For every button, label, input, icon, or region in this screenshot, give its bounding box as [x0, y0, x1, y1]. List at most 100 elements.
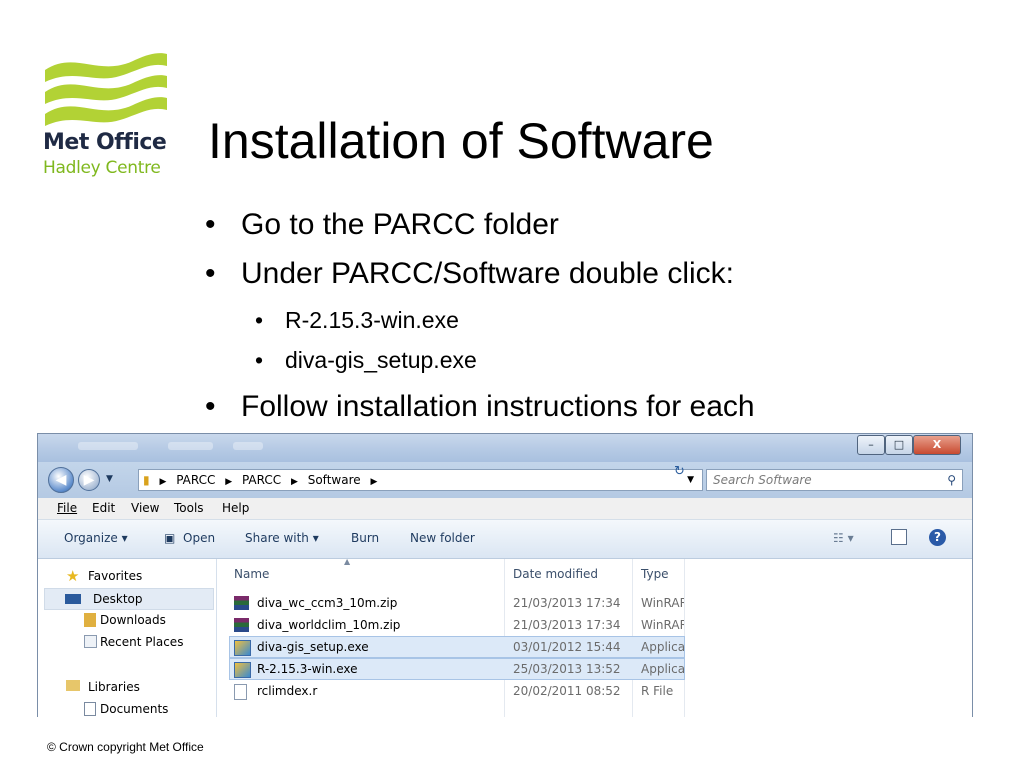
address-row: ◀ ▶ ▼ ▮ ▶ PARCC ▶ PARCC ▶ Software ▶ ▼ ↻…: [38, 462, 972, 498]
new-folder-button[interactable]: New folder: [410, 531, 475, 545]
file-date: 21/03/2013 17:34: [513, 618, 621, 632]
column-header-type[interactable]: Type: [641, 567, 669, 581]
nav-label: Documents: [100, 702, 169, 716]
bullet-dot: •: [255, 307, 264, 333]
copyright-footer: © Crown copyright Met Office: [47, 740, 204, 754]
navigation-pane: ★ Favorites Desktop Downloads Recent Pla…: [38, 559, 217, 717]
titlebar-glare: [168, 442, 213, 450]
nav-label: Desktop: [93, 592, 143, 606]
breadcrumb-item[interactable]: PARCC: [242, 470, 281, 490]
installer-icon: [234, 662, 251, 678]
nav-desktop[interactable]: Desktop: [44, 588, 214, 610]
file-row-selected[interactable]: R-2.15.3-win.exe 25/03/2013 13:52 Applic…: [229, 658, 685, 680]
breadcrumb-arrow-icon: ▶: [225, 477, 233, 487]
search-input[interactable]: Search Software ⚲: [706, 469, 963, 491]
recent-pages-chevron-icon[interactable]: ▼: [106, 474, 113, 484]
search-icon[interactable]: ⚲: [947, 470, 956, 490]
file-type: R File: [641, 684, 674, 698]
nav-libraries[interactable]: Libraries: [62, 677, 212, 697]
logo-text-hadley-centre: Hadley Centre: [43, 158, 161, 178]
nav-label: Libraries: [88, 680, 140, 694]
file-row[interactable]: diva_worldclim_10m.zip 21/03/2013 17:34 …: [230, 615, 684, 635]
breadcrumb-arrow-icon: ▶: [290, 477, 298, 487]
menu-edit[interactable]: Edit: [92, 498, 115, 519]
downloads-folder-icon: [84, 613, 96, 627]
menu-help[interactable]: Help: [222, 498, 249, 519]
search-placeholder: Search Software: [713, 473, 812, 487]
bullet-dot: •: [205, 208, 216, 241]
menu-bar: File Edit View Tools Help: [38, 498, 972, 520]
minimize-button[interactable]: –: [857, 435, 885, 455]
file-list: ▲ Name Date modified Type diva_wc_ccm3_1…: [217, 557, 972, 717]
titlebar-glare: [233, 442, 263, 450]
column-header-date[interactable]: Date modified: [513, 567, 598, 581]
bullet-text: Follow installation instructions for eac…: [241, 390, 755, 423]
file-type: Application: [641, 640, 684, 654]
help-icon[interactable]: ?: [929, 529, 946, 546]
sub-bullet-text: R-2.15.3-win.exe: [285, 307, 459, 333]
address-dropdown-icon[interactable]: ▼: [687, 470, 694, 490]
breadcrumb-arrow-icon[interactable]: ▶: [370, 472, 377, 492]
share-with-button[interactable]: Share with ▾: [245, 531, 319, 545]
preview-pane-icon[interactable]: [891, 529, 907, 545]
refresh-icon[interactable]: ↻: [674, 464, 685, 479]
breadcrumb-item[interactable]: PARCC: [176, 470, 215, 490]
file-date: 21/03/2013 17:34: [513, 596, 621, 610]
nav-label: Recent Places: [100, 635, 184, 649]
titlebar-glare: [78, 442, 138, 450]
open-icon[interactable]: ▣: [164, 531, 175, 545]
file-name: R-2.15.3-win.exe: [257, 662, 358, 676]
star-icon: ★: [66, 567, 80, 585]
command-bar: Organize ▾ ▣ Open Share with ▾ Burn New …: [38, 520, 972, 559]
nav-label: Downloads: [100, 613, 166, 627]
text-file-icon: [234, 684, 247, 700]
menu-tools[interactable]: Tools: [174, 498, 204, 519]
file-type: WinRAR: [641, 618, 684, 632]
view-options-icon[interactable]: ☷ ▾: [833, 531, 854, 545]
bullet-item: • Follow installation instructions for e…: [205, 390, 755, 424]
file-name: diva-gis_setup.exe: [257, 640, 369, 654]
sub-bullet-item: • R-2.15.3-win.exe: [255, 307, 459, 334]
sort-arrow-icon: ▲: [344, 557, 351, 566]
breadcrumb-item[interactable]: Software: [308, 470, 361, 490]
organize-button[interactable]: Organize ▾: [64, 531, 128, 545]
slide-title: Installation of Software: [208, 113, 714, 169]
bullet-dot: •: [255, 347, 264, 373]
address-bar[interactable]: ▮ ▶ PARCC ▶ PARCC ▶ Software ▶ ▼: [138, 469, 703, 491]
nav-recent-places[interactable]: Recent Places: [80, 632, 230, 652]
file-type: Application: [641, 662, 684, 676]
bullet-item: • Go to the PARCC folder: [205, 208, 559, 242]
file-name: diva_worldclim_10m.zip: [257, 618, 401, 632]
close-button[interactable]: X: [913, 435, 961, 455]
libraries-icon: [66, 680, 80, 691]
back-arrow-icon[interactable]: ◀: [48, 467, 74, 493]
forward-arrow-icon[interactable]: ▶: [78, 469, 100, 491]
bullet-item: • Under PARCC/Software double click:: [205, 257, 734, 291]
file-date: 20/02/2011 08:52: [513, 684, 621, 698]
column-header-name[interactable]: Name: [234, 567, 269, 581]
documents-icon: [84, 702, 96, 716]
bullet-text: Go to the PARCC folder: [241, 208, 559, 241]
bullet-dot: •: [205, 257, 216, 290]
file-name: rclimdex.r: [257, 684, 318, 698]
menu-view[interactable]: View: [131, 498, 159, 519]
folder-icon: ▮: [143, 473, 150, 487]
maximize-button[interactable]: □: [885, 435, 913, 455]
file-row[interactable]: diva_wc_ccm3_10m.zip 21/03/2013 17:34 Wi…: [230, 593, 684, 613]
nav-documents[interactable]: Documents: [80, 699, 230, 717]
menu-file[interactable]: File: [57, 498, 77, 519]
installer-icon: [234, 640, 251, 656]
window-titlebar[interactable]: – □ X: [38, 434, 972, 462]
nav-downloads[interactable]: Downloads: [80, 610, 230, 630]
file-row-selected[interactable]: diva-gis_setup.exe 03/01/2012 15:44 Appl…: [229, 636, 685, 658]
logo-text-met-office: Met Office: [43, 130, 167, 155]
file-name: diva_wc_ccm3_10m.zip: [257, 596, 398, 610]
burn-button[interactable]: Burn: [351, 531, 379, 545]
winrar-archive-icon: [234, 596, 249, 610]
explorer-window: – □ X ◀ ▶ ▼ ▮ ▶ PARCC ▶ PARCC ▶ Software…: [37, 433, 973, 717]
nav-label: Favorites: [88, 569, 143, 583]
nav-favorites[interactable]: ★ Favorites: [62, 566, 212, 586]
open-button[interactable]: Open: [183, 531, 215, 545]
file-row[interactable]: rclimdex.r 20/02/2011 08:52 R File: [230, 681, 684, 701]
winrar-archive-icon: [234, 618, 249, 632]
